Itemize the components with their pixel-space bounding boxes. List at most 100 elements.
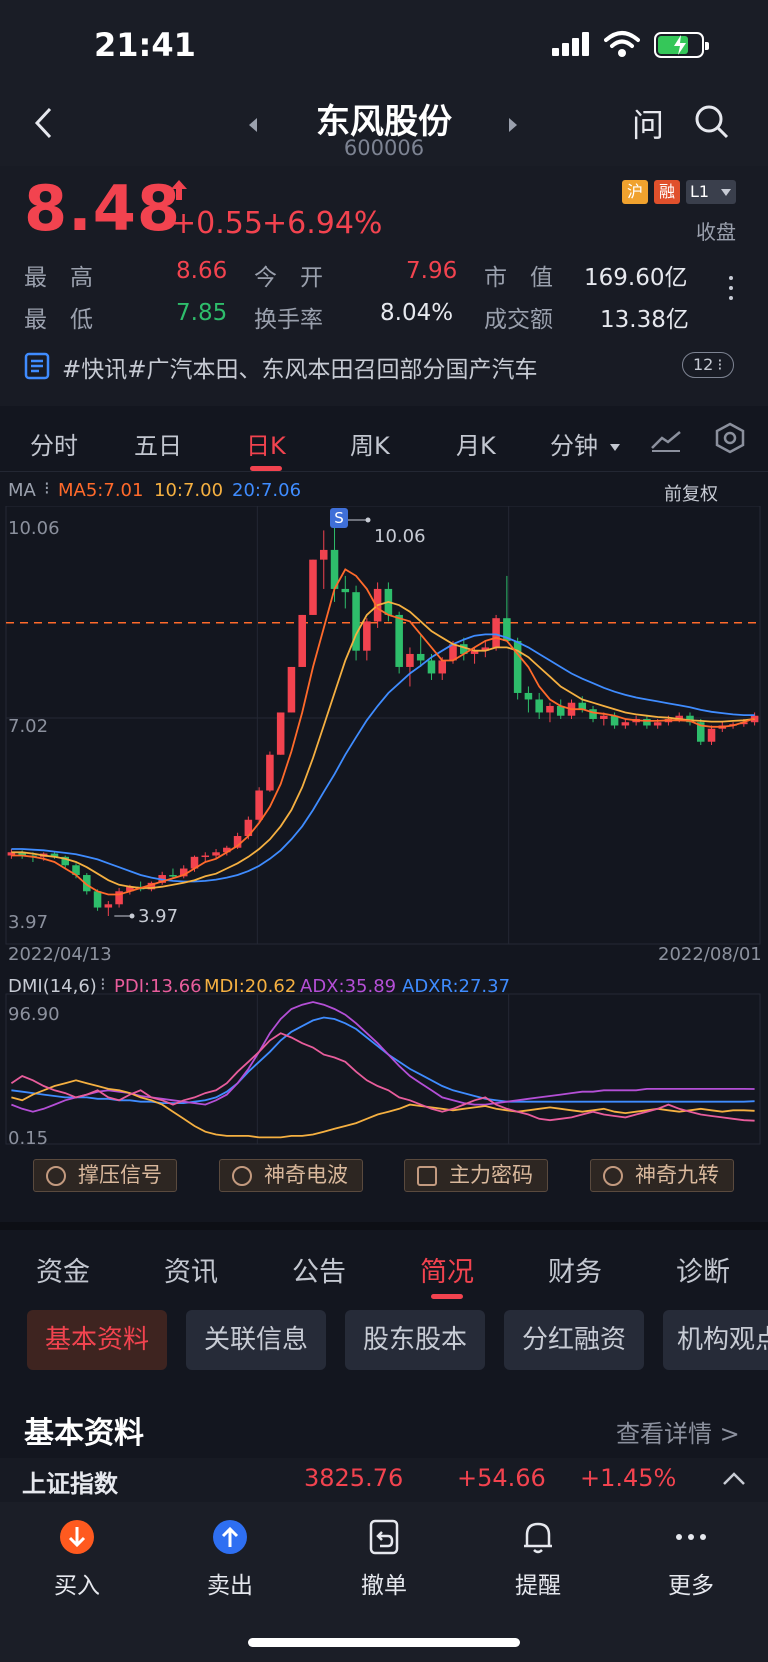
tab-announcements[interactable]: 公告 [292,1250,346,1289]
chip-related-info[interactable]: 关联信息 [186,1310,326,1370]
ask-button[interactable]: 问 [632,100,664,146]
candle [287,666,296,713]
adjust-mode-button[interactable]: 前复权 [664,480,718,506]
legend-menu-icon[interactable]: ⁝ [44,478,50,499]
index-ticker[interactable]: 上证指数 3825.76 +54.66 +1.45% [0,1458,768,1502]
buy-button[interactable]: 买入 [27,1518,127,1600]
adx-legend: ADX:35.89 [300,976,397,997]
tab-funds[interactable]: 资金 [36,1250,90,1289]
turnover-value: 8.04% [380,300,454,326]
undo-document-icon [369,1519,399,1555]
chevron-up-icon[interactable] [722,1472,746,1486]
tab-profile[interactable]: 简况 [420,1250,474,1289]
adxr-legend: ADXR:27.37 [402,976,511,997]
candle [169,875,177,877]
chip-shareholders[interactable]: 股东股本 [345,1310,485,1370]
amount-label: 成交额 [484,307,553,333]
active-tab-indicator [431,1294,463,1299]
kline-chart-area[interactable]: MA ⁝ MA5:7.01 10:7.00 20:7.06 前复权 10.06 … [0,472,768,1172]
open-value: 7.96 [406,258,458,284]
news-ticker[interactable]: #快讯#广汽本田、东风本田召回部分国产汽车 12 ⁝ [0,336,768,392]
tab-minute[interactable]: 分钟 [550,426,620,461]
chip-dividends[interactable]: 分红融资 [504,1310,644,1370]
dmi-menu-icon[interactable]: ⁝ [100,974,106,995]
tab-news[interactable]: 资讯 [164,1250,218,1289]
candle [309,559,317,615]
news-count-badge[interactable]: 12 ⁝ [682,352,734,378]
price-change-pct: +6.94% [262,206,383,241]
mcap-label: 市 值 [484,265,553,291]
tab-financials[interactable]: 财务 [548,1250,602,1289]
mcap-value: 169.60亿 [584,265,688,291]
low-value: 7.85 [176,300,228,326]
sell-button[interactable]: 卖出 [180,1518,280,1600]
candle [524,692,533,700]
candle [513,640,522,693]
ma10-line [11,600,755,889]
magic-nine-button[interactable]: 神奇九转 [590,1159,734,1192]
ma5-line [11,568,755,896]
candle [276,712,285,755]
lock-icon [417,1166,437,1186]
news-headline: #快讯#广汽本田、东风本田召回部分国产汽车 [62,357,538,383]
settings-hexagon-icon[interactable] [714,422,746,454]
amount-value: 13.38亿 [600,307,689,333]
more-button[interactable]: 更多 [641,1518,741,1600]
tab-daily-k[interactable]: 日K [246,426,286,461]
tab-monthly-k[interactable]: 月K [456,426,496,461]
next-stock-icon[interactable] [508,118,518,132]
indicator-settings-icon[interactable] [650,428,682,452]
more-icon[interactable] [728,276,734,306]
main-force-button[interactable]: 主力密码 [404,1159,548,1192]
support-resistance-label: 撑压信号 [78,1163,162,1187]
tab-minute-label: 分钟 [550,432,598,460]
cellular-signal-icon [552,32,590,56]
ma20-line [11,633,755,883]
status-bar: 21:41 [0,0,768,90]
level-selector[interactable]: L1 [686,180,736,204]
low-leader-dot [129,913,135,919]
candle [266,754,274,791]
axis-bottom-label: 3.97 [8,912,49,933]
info-tabs: 资金 资讯 公告 简况 财务 诊断 [0,1222,768,1299]
search-icon[interactable] [694,104,730,140]
dmi-label: DMI(14,6) [8,976,97,997]
magic-wave-button[interactable]: 神奇电波 [219,1159,363,1192]
ma10-legend: 10:7.00 [154,480,224,501]
cancel-order-button[interactable]: 撤单 [334,1518,434,1600]
view-details-link[interactable]: 查看详情 > [616,1414,740,1449]
more-label: 更多 [668,1573,714,1599]
index-change: +54.66 [457,1464,546,1492]
candle [621,722,630,726]
wifi-icon [604,31,640,57]
high-annotation: 10.06 [374,526,426,547]
chevron-down-icon [721,189,731,196]
candle [93,891,102,908]
support-resistance-button[interactable]: 撑压信号 [33,1159,177,1192]
sell-signal-flag[interactable]: S [330,508,348,528]
tab-intraday[interactable]: 分时 [30,426,78,461]
candle [395,614,403,667]
tab-weekly-k[interactable]: 周K [350,426,390,461]
candle [546,705,554,713]
chip-basic-info[interactable]: 基本资料 [27,1310,167,1370]
price-change: +0.55 [171,206,263,241]
start-date: 2022/04/13 [8,944,112,965]
pdi-line [10,1032,755,1122]
alert-button[interactable]: 提醒 [488,1518,588,1600]
tab-five-day[interactable]: 五日 [134,426,182,461]
high-label: 最 高 [24,265,93,291]
signal-icon [46,1166,66,1186]
tab-diagnosis[interactable]: 诊断 [676,1250,730,1289]
chip-institutional-views[interactable]: 机构观点 [663,1310,768,1370]
home-indicator [248,1638,520,1647]
candle [255,790,263,820]
candle [653,722,662,726]
dmi-axis-top: 96.90 [8,1004,60,1025]
candle [298,614,306,667]
end-date: 2022/08/01 [658,944,762,965]
document-icon [24,352,50,380]
sell-label: 卖出 [207,1573,253,1599]
candle [427,660,436,674]
candle [535,699,543,713]
